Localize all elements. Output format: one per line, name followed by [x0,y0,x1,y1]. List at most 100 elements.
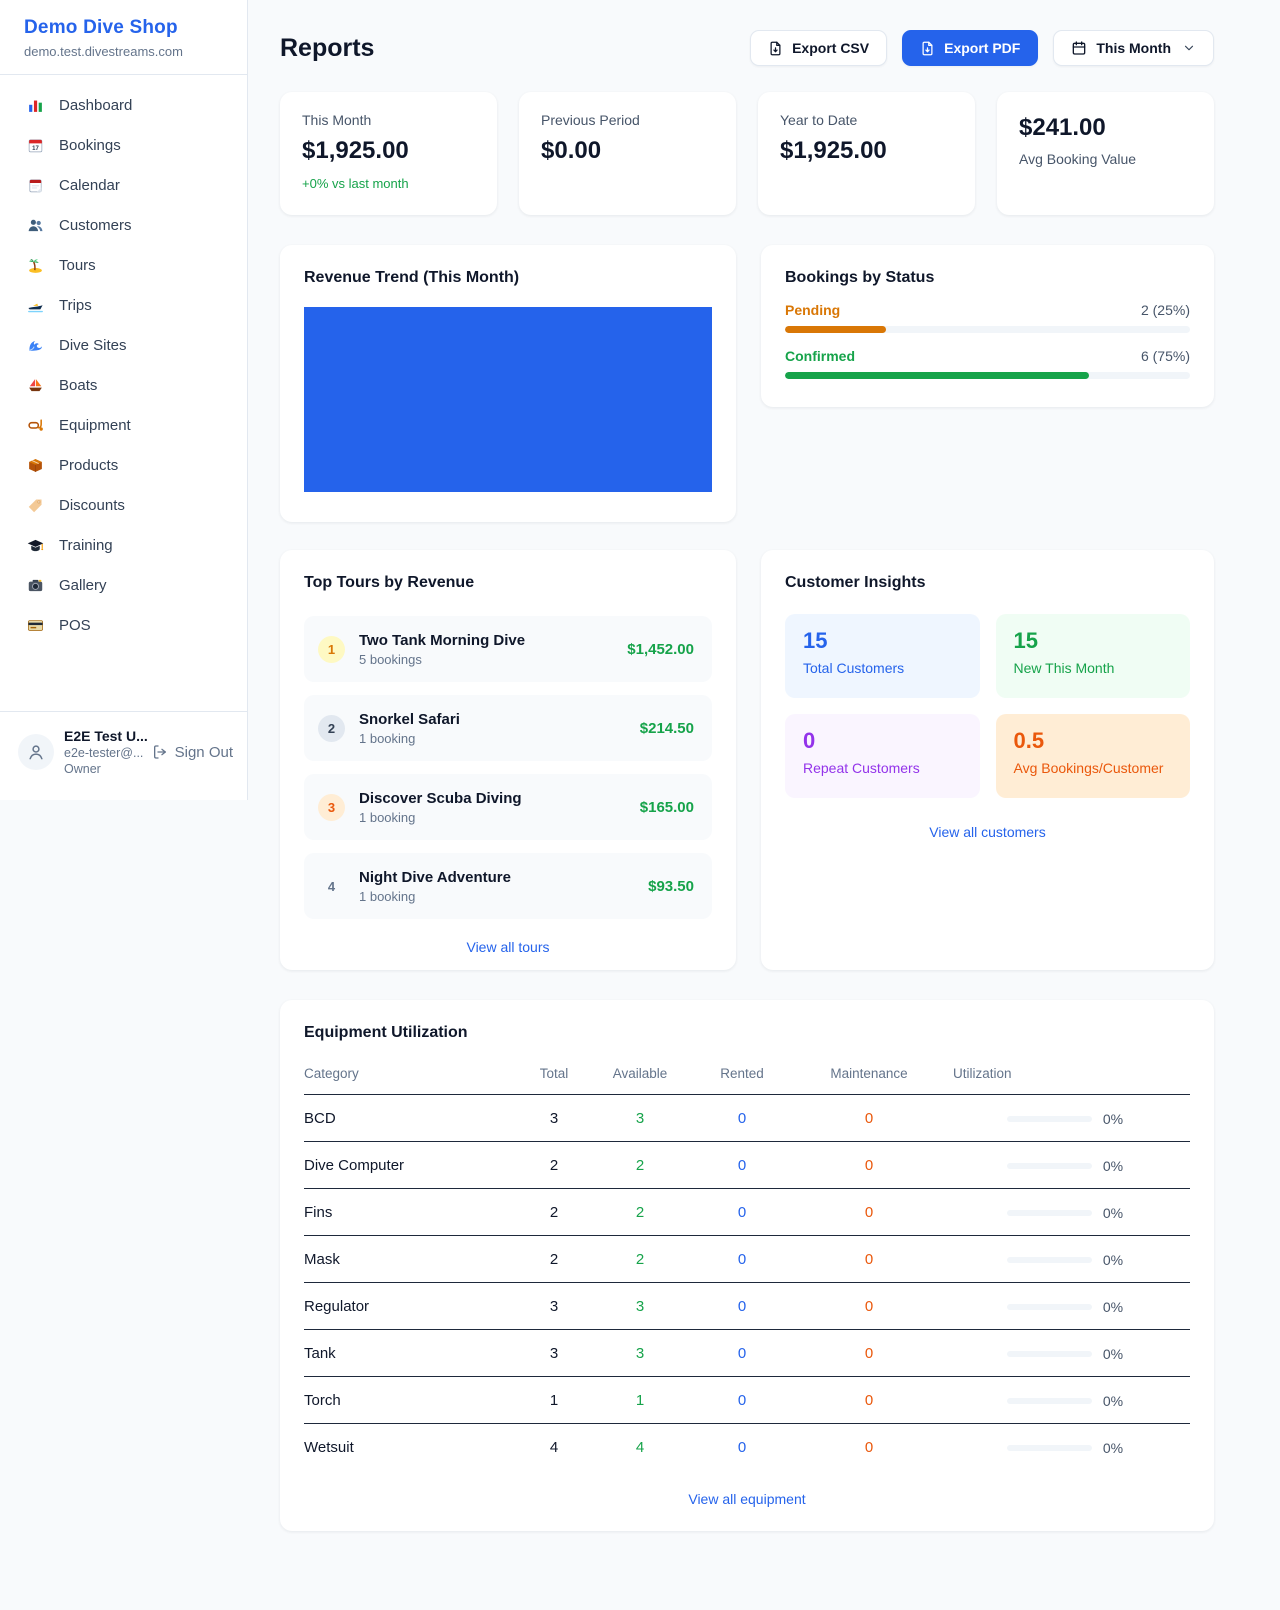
equipment-total: 2 [514,1236,594,1283]
insight-value: 15 [803,628,962,654]
sidebar-item-boats[interactable]: Boats [0,365,247,405]
equipment-column-header: Utilization [940,1056,1190,1095]
lists-row: Top Tours by Revenue 1Two Tank Morning D… [280,550,1214,970]
equipment-category: Fins [304,1189,514,1236]
sidebar-item-pos[interactable]: POS [0,605,247,645]
insight-label: Repeat Customers [803,760,962,776]
utilization-bar-track [1007,1163,1092,1169]
stat-value: $1,925.00 [302,137,475,165]
trips-icon [26,296,44,314]
shop-domain: demo.test.divestreams.com [24,44,223,59]
tour-name: Night Dive Adventure [359,869,511,886]
utilization-bar-track [1007,1257,1092,1263]
utilization-percent: 0% [1103,1252,1123,1268]
sidebar-item-label: Trips [59,297,92,314]
status-row-pending: Pending2 (25%) [785,302,1190,333]
top-tours-card: Top Tours by Revenue 1Two Tank Morning D… [280,550,736,970]
user-info: E2E Test U... e2e-tester@... Owner [64,728,142,776]
equipment-available: 3 [594,1330,686,1377]
sidebar-item-dive-sites[interactable]: Dive Sites [0,325,247,365]
equipment-rented: 0 [686,1330,798,1377]
stat-delta: +0% vs last month [302,176,475,191]
user-area: E2E Test U... e2e-tester@... Owner Sign … [0,711,247,800]
file-download-icon [920,41,935,56]
sidebar-item-label: Training [59,537,113,554]
equipment-maintenance: 0 [798,1142,940,1189]
sidebar-item-products[interactable]: Products [0,445,247,485]
sidebar-item-label: Gallery [59,577,107,594]
utilization-bar-track [1007,1304,1092,1310]
tour-bookings: 5 bookings [359,652,525,667]
tour-bookings: 1 booking [359,731,460,746]
sidebar-item-calendar[interactable]: Calendar [0,165,247,205]
stat-value: $1,925.00 [780,137,953,165]
view-all-tours-link[interactable]: View all tours [304,939,712,955]
view-all-customers-link[interactable]: View all customers [785,824,1190,840]
equipment-column-header: Available [594,1056,686,1095]
tour-row[interactable]: 3Discover Scuba Diving1 booking$165.00 [304,774,712,840]
sidebar-item-training[interactable]: Training [0,525,247,565]
status-row-confirmed: Confirmed6 (75%) [785,348,1190,379]
view-all-equipment-link[interactable]: View all equipment [304,1491,1190,1507]
sidebar-item-label: POS [59,617,91,634]
tour-rank-badge: 3 [318,794,345,821]
equipment-column-header: Category [304,1056,514,1095]
utilization-percent: 0% [1103,1440,1123,1456]
insight-label: Avg Bookings/Customer [1014,760,1173,776]
equipment-available: 2 [594,1189,686,1236]
dashboard-icon [26,96,44,114]
status-count: 6 (75%) [1141,348,1190,364]
page-header: Reports Export CSV Export PDF This Month [280,30,1214,66]
sidebar-item-customers[interactable]: Customers [0,205,247,245]
tour-rank-badge: 1 [318,636,345,663]
utilization-bar-track [1007,1445,1092,1451]
stat-card-3: $241.00Avg Booking Value [997,92,1214,215]
equipment-utilization-title: Equipment Utilization [304,1024,1190,1042]
equipment-total: 3 [514,1330,594,1377]
sidebar-item-discounts[interactable]: Discounts [0,485,247,525]
export-pdf-button[interactable]: Export PDF [902,30,1038,66]
status-progress-fill [785,326,886,333]
period-dropdown[interactable]: This Month [1053,30,1214,66]
file-download-icon [768,41,783,56]
svg-text:17: 17 [32,145,39,151]
shop-name[interactable]: Demo Dive Shop [24,17,223,39]
sidebar-item-equipment[interactable]: Equipment [0,405,247,445]
sidebar-item-bookings[interactable]: 17 Bookings [0,125,247,165]
equipment-maintenance: 0 [798,1330,940,1377]
sidebar-item-gallery[interactable]: Gallery [0,565,247,605]
sign-out-button[interactable]: Sign Out [152,744,233,761]
stats-row: This Month$1,925.00+0% vs last monthPrev… [280,92,1214,215]
utilization-bar-track [1007,1116,1092,1122]
equipment-category: BCD [304,1095,514,1142]
sidebar-item-label: Dive Sites [59,337,127,354]
training-icon [26,536,44,554]
calendar-icon [1071,40,1087,56]
export-pdf-label: Export PDF [944,40,1020,56]
bookings-by-status-card: Bookings by Status Pending2 (25%)Confirm… [761,245,1214,407]
customer-insights-title: Customer Insights [785,574,1190,592]
tour-row[interactable]: 1Two Tank Morning Dive5 bookings$1,452.0… [304,616,712,682]
charts-row: Revenue Trend (This Month) Bookings by S… [280,245,1214,522]
equipment-maintenance: 0 [798,1236,940,1283]
equipment-category: Wetsuit [304,1424,514,1471]
equipment-column-header: Total [514,1056,594,1095]
utilization-percent: 0% [1103,1346,1123,1362]
tour-row[interactable]: 4Night Dive Adventure1 booking$93.50 [304,853,712,919]
sidebar-item-label: Boats [59,377,97,394]
utilization-bar-track [1007,1398,1092,1404]
insight-label: Total Customers [803,660,962,676]
sidebar-item-tours[interactable]: Tours [0,245,247,285]
sidebar-item-trips[interactable]: Trips [0,285,247,325]
equipment-category: Torch [304,1377,514,1424]
status-progress-track [785,326,1190,333]
utilization-percent: 0% [1103,1111,1123,1127]
equipment-column-header: Maintenance [798,1056,940,1095]
export-csv-button[interactable]: Export CSV [750,30,887,66]
products-icon [26,456,44,474]
sidebar-item-label: Bookings [59,137,121,154]
sidebar-item-dashboard[interactable]: Dashboard [0,85,247,125]
tour-row[interactable]: 2Snorkel Safari1 booking$214.50 [304,695,712,761]
sidebar-nav: Dashboard 17 Bookings CalendarCustomersTour… [0,75,247,645]
insight-tile-1: 15New This Month [996,614,1191,698]
